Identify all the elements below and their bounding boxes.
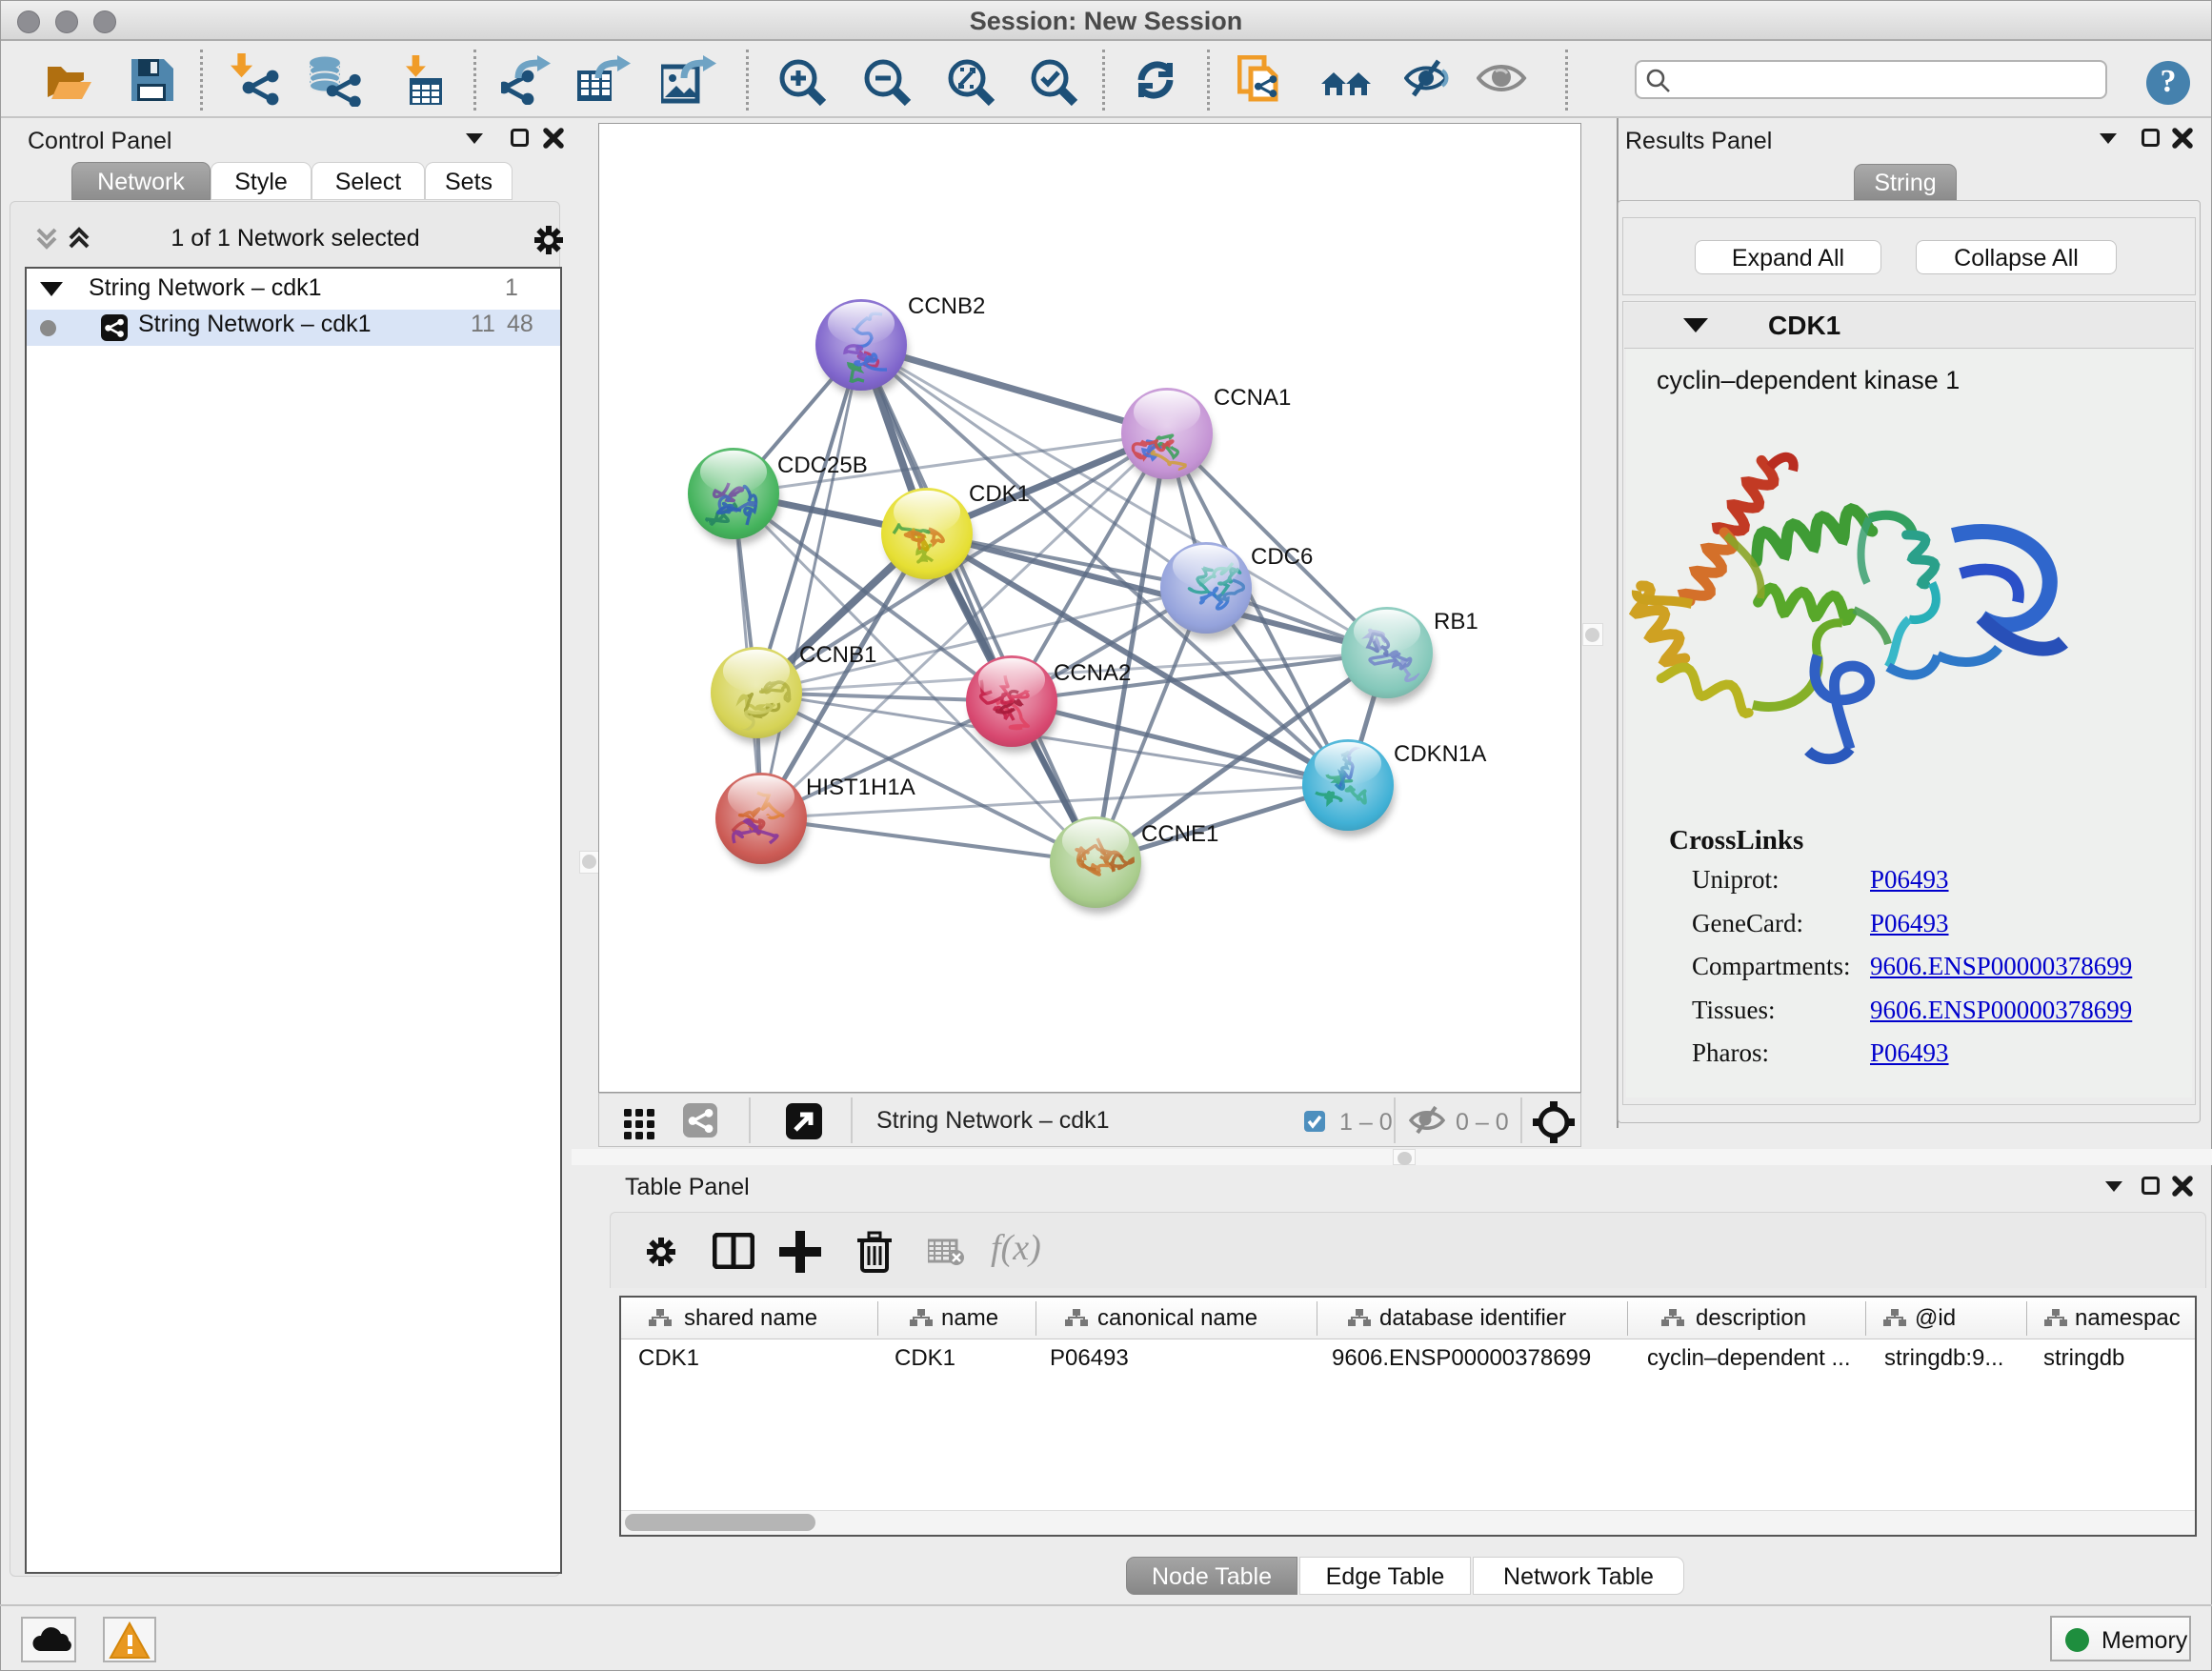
svg-text:CDK1: CDK1 [969, 481, 1030, 507]
svg-text:CCNB1: CCNB1 [799, 642, 876, 668]
svg-text:RB1: RB1 [1434, 609, 1478, 634]
svg-text:CCNE1: CCNE1 [1141, 821, 1218, 847]
svg-text:CDKN1A: CDKN1A [1394, 741, 1486, 767]
svg-text:CDC25B: CDC25B [777, 453, 868, 478]
svg-text:HIST1H1A: HIST1H1A [806, 775, 915, 800]
svg-text:CCNA1: CCNA1 [1214, 385, 1291, 411]
svg-text:CCNA2: CCNA2 [1054, 660, 1131, 686]
svg-text:CDC6: CDC6 [1251, 544, 1313, 570]
svg-text:CCNB2: CCNB2 [908, 293, 985, 319]
